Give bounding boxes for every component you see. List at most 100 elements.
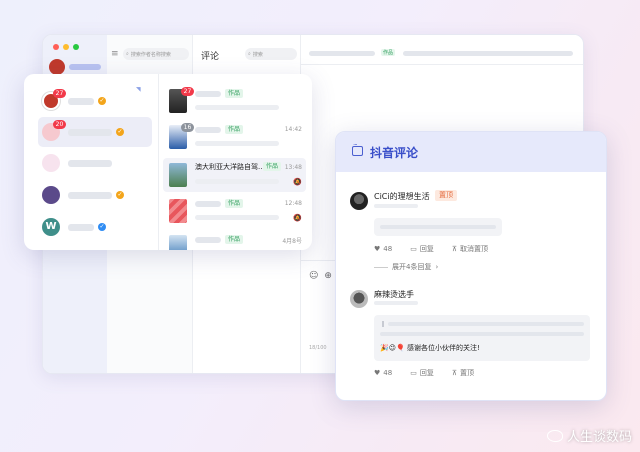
search-icon: ⌕ <box>126 51 129 57</box>
unread-badge: 27 <box>53 89 66 98</box>
like-count: 48 <box>383 369 393 377</box>
timestamp: 12:48 <box>284 200 302 207</box>
work-tag: 作品 <box>225 235 244 244</box>
quoted-text-placeholder <box>380 332 584 336</box>
account-name-placeholder <box>68 129 112 136</box>
avatar: W <box>42 218 60 236</box>
rail-avatar[interactable] <box>49 59 65 75</box>
video-item[interactable]: 作品 12:48 🔕 <box>163 194 306 228</box>
reply-button[interactable]: ▭ 回复 <box>410 244 434 254</box>
like-button[interactable]: ♥ 48 <box>374 369 392 377</box>
account-name-placeholder <box>68 160 112 167</box>
video-subtitle-placeholder <box>195 215 279 220</box>
unread-badge: 27 <box>181 87 194 96</box>
video-title-placeholder <box>195 237 221 243</box>
account-item[interactable]: ✓ <box>38 180 152 210</box>
account-item[interactable] <box>38 148 152 178</box>
verified-icon: ✓ <box>116 128 124 136</box>
commenter-name[interactable]: CiCi的理想生活 <box>374 191 430 202</box>
account-list: ◥ 27 ✓ 20 ✓ ✓ W ✓ <box>24 74 158 250</box>
account-item[interactable]: W ✓ <box>38 212 152 242</box>
char-counter: 18/100 <box>309 345 327 351</box>
video-title: 澳大利亚大洋路自驾... <box>195 163 265 171</box>
main-tag: 作品 <box>381 49 396 56</box>
work-tag: 作品 <box>263 162 282 171</box>
video-item[interactable]: 澳大利亚大洋路自驾... 作品 13:48 🔕 <box>163 158 306 192</box>
quote-bar <box>382 321 384 327</box>
comment-content-box <box>374 218 502 236</box>
reply-content-box: 🎉😉🎈 感谢各位小伙伴的关注! <box>374 315 590 361</box>
work-tag: 作品 <box>225 125 244 134</box>
like-count: 48 <box>383 245 393 253</box>
emoji-icon[interactable]: ☺ <box>309 271 318 281</box>
comment-icon <box>352 141 363 156</box>
maximize-dot[interactable] <box>73 44 79 50</box>
column-title: 评论 <box>201 52 220 62</box>
reply-text: 🎉😉🎈 感谢各位小伙伴的关注! <box>380 344 480 352</box>
video-thumbnail <box>169 163 187 187</box>
reply-label: 回复 <box>419 245 434 253</box>
account-item[interactable]: 20 ✓ <box>38 117 152 147</box>
commenter-name[interactable]: 麻辣烫选手 <box>374 289 414 300</box>
minimize-dot[interactable] <box>63 44 69 50</box>
mute-icon[interactable]: 🔕 <box>293 214 302 222</box>
video-feed-list: 27 作品 16 作品 14:42 澳大利亚大洋路自驾... 作品 13:48 … <box>158 74 312 250</box>
avatar[interactable] <box>350 192 368 210</box>
composer-toolbar: ☺ ⊕ <box>309 271 332 281</box>
comment-actions: ♥ 48 ▭ 回复 ⊼ 取消置顶 <box>374 244 488 254</box>
avatar <box>42 154 60 172</box>
account-item[interactable]: 27 ✓ <box>38 86 152 116</box>
menu-icon[interactable]: ≡ <box>111 49 119 59</box>
panel-header: 抖音评论 <box>336 132 606 172</box>
video-subtitle-placeholder <box>195 141 279 146</box>
header-line-placeholder <box>403 51 573 56</box>
account-name-placeholder <box>68 192 112 199</box>
search-icon: ⌕ <box>248 51 251 57</box>
video-subtitle-placeholder <box>195 179 279 184</box>
rail-account-name-placeholder <box>69 64 101 70</box>
comment-search-input[interactable]: ⌕ 搜索 <box>245 48 297 60</box>
like-button[interactable]: ♥ 48 <box>374 245 392 253</box>
weibo-logo-icon <box>546 429 563 442</box>
weibo-watermark: 人生谈数码 <box>546 426 632 445</box>
verified-icon: ✓ <box>98 97 106 105</box>
avatar[interactable] <box>350 290 368 308</box>
unpin-button[interactable]: ⊼ 取消置顶 <box>452 244 488 254</box>
work-tag: 作品 <box>225 199 244 208</box>
watermark-text: 人生谈数码 <box>566 430 632 445</box>
video-thumbnail <box>169 235 187 250</box>
account-name-placeholder <box>68 224 94 231</box>
timestamp: 14:42 <box>284 126 302 133</box>
video-item[interactable]: 16 作品 14:42 <box>163 120 306 154</box>
search-placeholder: 搜索作者名称搜索 <box>130 51 171 58</box>
divider <box>374 266 388 268</box>
heart-icon: ♥ <box>374 245 381 253</box>
search-placeholder: 搜索 <box>252 51 263 58</box>
expand-label: 展开4条回复 <box>392 263 432 271</box>
verified-icon: ✓ <box>116 191 124 199</box>
quoted-text-placeholder <box>388 322 584 326</box>
pin-button[interactable]: ⊼ 置顶 <box>452 368 474 378</box>
close-dot[interactable] <box>53 44 59 50</box>
verified-icon: ✓ <box>98 223 106 231</box>
account-search-input[interactable]: ⌕ 搜索作者名称搜索 <box>123 48 189 60</box>
heart-icon: ♥ <box>374 369 381 377</box>
comment-meta-placeholder <box>374 301 418 305</box>
reply-button[interactable]: ▭ 回复 <box>410 368 434 378</box>
comment-actions: ♥ 48 ▭ 回复 ⊼ 置顶 <box>374 368 474 378</box>
window-controls <box>53 44 79 50</box>
mention-icon[interactable]: ⊕ <box>324 271 332 281</box>
unread-badge: 20 <box>53 120 66 129</box>
reply-icon: ▭ <box>410 245 417 253</box>
video-item[interactable]: 27 作品 <box>163 84 306 118</box>
main-header: 作品 <box>301 35 583 65</box>
video-item[interactable]: 作品 4月8号 <box>163 230 306 250</box>
pin-icon: ⊼ <box>451 369 457 377</box>
mute-icon[interactable]: 🔕 <box>293 178 302 186</box>
panel-title: 抖音评论 <box>370 146 419 160</box>
timestamp: 13:48 <box>284 164 302 171</box>
account-name-placeholder <box>68 98 94 105</box>
expand-replies-button[interactable]: 展开4条回复 › <box>374 262 438 272</box>
douyin-comment-panel: 抖音评论 CiCi的理想生活 置顶 ♥48 ▭回复 ⊼取消置顶 展开4条回复 ›… <box>335 131 607 401</box>
avatar <box>42 186 60 204</box>
